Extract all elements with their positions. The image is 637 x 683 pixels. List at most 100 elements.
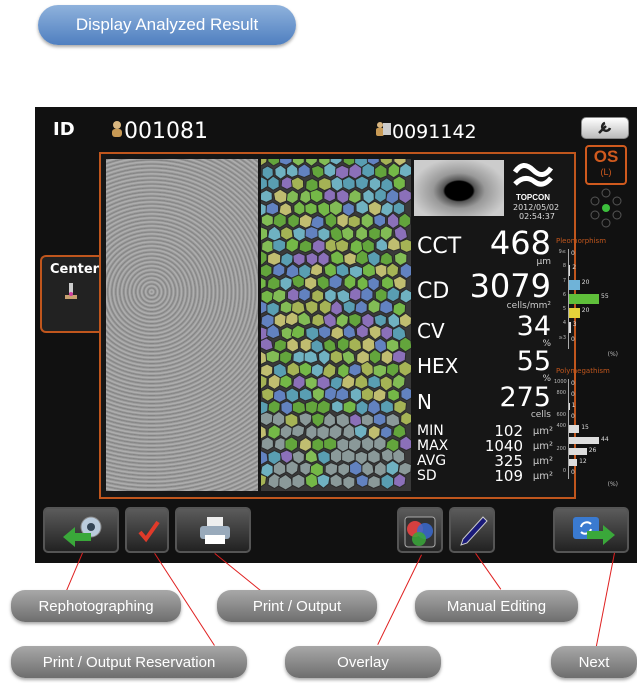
overlay-image — [261, 159, 411, 491]
histogram-bar — [569, 279, 580, 290]
endothelial-cell — [316, 399, 331, 415]
histogram-unit: (%) — [607, 351, 618, 358]
histogram-value: 12 — [579, 457, 587, 465]
endothelial-cell — [317, 227, 331, 242]
endothelial-cell — [298, 387, 313, 402]
camera-back-icon — [61, 515, 105, 552]
endothelial-cell — [273, 312, 288, 328]
endothelial-cell — [285, 189, 300, 205]
endothelial-cell — [336, 212, 351, 229]
eye-side-badge[interactable]: OS (L) — [585, 145, 627, 185]
endothelial-cell — [292, 252, 306, 267]
eye-side-sub: (L) — [600, 167, 612, 177]
endothelial-cell — [374, 263, 389, 279]
histogram-value: 26 — [588, 446, 597, 454]
exam-date: 2012/05/02 — [513, 203, 560, 212]
endothelial-cell — [368, 324, 383, 341]
endothelial-cell — [399, 288, 411, 304]
endothelial-cell — [317, 349, 331, 366]
endothelial-cell — [309, 188, 324, 204]
endothelial-cell — [368, 226, 382, 241]
pen-icon — [459, 515, 489, 552]
endothelial-cell — [398, 336, 411, 353]
endothelial-cell — [317, 325, 332, 340]
endothelial-cell — [373, 213, 387, 228]
endothelial-cell — [265, 201, 279, 216]
endothelial-cell — [310, 412, 326, 428]
stat-row-max: MAX 1040 μm² — [417, 439, 553, 454]
endothelial-cell — [347, 214, 361, 229]
next-arrow-icon — [569, 515, 617, 552]
cv-label: CV — [417, 319, 445, 343]
exam-id: 0091142 — [392, 121, 477, 143]
histogram-bin-label: 5 — [562, 306, 566, 313]
endothelial-cell — [291, 400, 307, 415]
histogram-bin-label: 200 — [556, 445, 566, 452]
overlay-button[interactable] — [397, 507, 443, 553]
endothelial-cell — [311, 288, 325, 303]
stat-label: AVG — [417, 453, 447, 469]
histogram-value: 0 — [571, 380, 575, 387]
microscope-icon — [64, 283, 78, 306]
analysis-panel: TOPCON 2012/05/02 02:54:37 CCT 4 6 8 μm CD… — [99, 152, 618, 499]
print-output-button[interactable] — [175, 507, 251, 553]
callout-line-next — [595, 552, 615, 650]
endothelial-cell — [367, 200, 382, 217]
endothelial-cell — [340, 225, 355, 242]
histogram-value: 0 — [571, 250, 575, 257]
endothelial-cell — [392, 472, 407, 489]
print-reservation-button[interactable] — [125, 507, 169, 553]
topcon-logo: TOPCON — [512, 160, 554, 202]
manual-editing-button[interactable] — [449, 507, 495, 553]
endothelial-cell — [261, 189, 273, 203]
endothelial-cell — [261, 159, 268, 167]
endothelial-cell — [360, 360, 375, 378]
cv-value: 34 — [516, 311, 551, 342]
endothelial-cell — [285, 460, 299, 476]
endothelial-cell — [341, 175, 356, 191]
endothelial-cell — [284, 311, 300, 327]
endothelial-cell — [305, 424, 319, 441]
endothelial-cell — [292, 374, 306, 391]
settings-button[interactable] — [581, 117, 629, 139]
endothelial-cell — [261, 473, 268, 488]
endothelial-cell — [353, 424, 368, 440]
endothelial-cell — [399, 238, 411, 253]
histogram-bin-label: 9≤ — [558, 249, 566, 255]
endothelial-cell — [298, 287, 311, 302]
endothelial-cell — [261, 411, 274, 427]
stat-unit: μm² — [532, 456, 553, 467]
endothelial-cell — [367, 298, 381, 314]
rephotograph-button[interactable] — [43, 507, 119, 553]
endothelial-cell — [361, 460, 375, 477]
endothelial-cell — [355, 473, 370, 488]
endothelial-cell — [322, 411, 337, 428]
histogram-bin-label: 0 — [562, 467, 566, 474]
histogram-value: 1 — [571, 402, 576, 410]
endothelial-cell — [348, 312, 362, 328]
endothelial-cell — [317, 251, 330, 267]
endothelial-cell — [329, 473, 343, 489]
endothelial-cell — [261, 450, 269, 466]
histogram-value: 20 — [581, 278, 590, 286]
endothelial-cell — [261, 300, 268, 315]
endothelial-cell — [311, 387, 326, 403]
endothelial-cell — [348, 362, 363, 377]
brand-text: TOPCON — [515, 193, 551, 202]
side-tab-center[interactable]: Center — [40, 255, 104, 333]
endothelial-cell — [374, 163, 388, 179]
title-pill: Display Analyzed Result — [38, 5, 296, 45]
exam-time: 02:54:37 — [519, 212, 555, 221]
endothelial-cell — [323, 436, 338, 451]
histogram-bin-label: 400 — [556, 423, 566, 430]
histogram-value: 15 — [581, 424, 589, 432]
histogram-value: 0 — [571, 391, 575, 399]
histogram-bar — [569, 436, 599, 444]
endothelial-cell — [265, 349, 281, 364]
endothelial-cell — [316, 424, 331, 441]
endothelial-cell — [337, 462, 351, 477]
histogram-bin-label: 1000 — [554, 379, 567, 385]
next-button[interactable] — [553, 507, 629, 553]
endothelial-cell — [261, 363, 274, 378]
histogram-bin-label: 8 — [562, 263, 566, 270]
